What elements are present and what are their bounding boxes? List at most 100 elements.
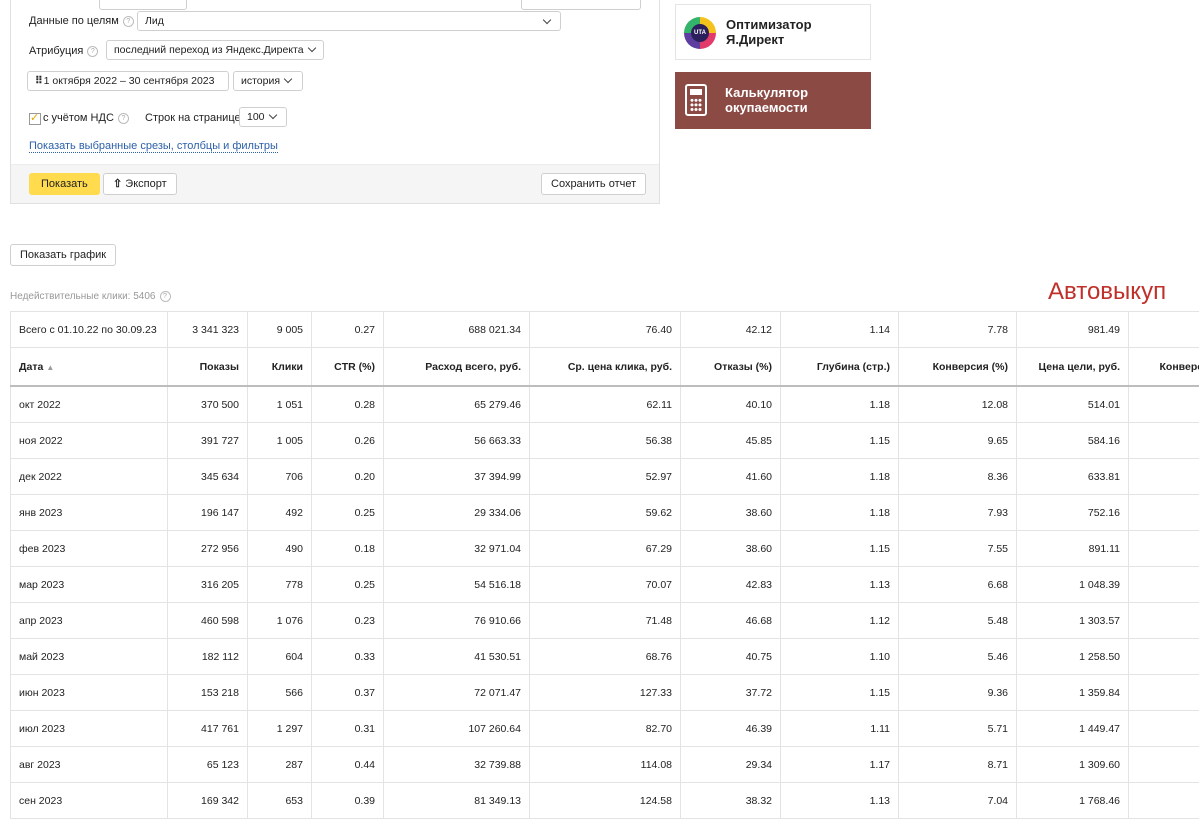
- cell-text: Дата: [19, 360, 44, 373]
- date-range-picker[interactable]: ⠿ 1 октября 2022 – 30 сентября 2023: [27, 71, 229, 91]
- cell-text: 40.10: [745, 398, 772, 411]
- table-cell: 38.60: [680, 494, 781, 531]
- cell-text: 891.11: [1088, 542, 1120, 555]
- cell-text: 8.36: [987, 470, 1008, 483]
- table-cell: 46.68: [680, 602, 781, 639]
- help-icon[interactable]: ?: [159, 291, 171, 302]
- table-cell: 37: [1128, 530, 1199, 567]
- column-header[interactable]: Отказы (%): [680, 347, 781, 387]
- table-cell: 5.48: [898, 602, 1017, 639]
- optimizer-card[interactable]: UTA Оптимизатор Я.Директ: [675, 4, 871, 60]
- table-cell: Всего с 01.10.22 по 30.09.23: [10, 311, 168, 348]
- cell-text: 29.34: [745, 758, 772, 771]
- table-cell: 81 349.13: [383, 782, 530, 819]
- cell-text: 29 334.06: [474, 506, 521, 519]
- cell-text: 41.60: [745, 470, 772, 483]
- column-header[interactable]: Показы: [167, 347, 248, 387]
- help-icon[interactable]: ?: [117, 113, 129, 124]
- cell-text: 65 123: [206, 758, 239, 771]
- table-cell: 1.15: [780, 674, 899, 711]
- cell-text: 981.49: [1087, 323, 1120, 336]
- cell-text: 287: [285, 758, 303, 771]
- top-field-right[interactable]: [521, 0, 641, 10]
- cell-text: 1.18: [869, 506, 890, 519]
- column-header[interactable]: Конверсия (%): [898, 347, 1017, 387]
- cell-text: 0.33: [354, 650, 375, 663]
- export-button[interactable]: ⇧ Экспорт: [103, 173, 177, 195]
- cell-text: 68.76: [645, 650, 672, 663]
- cell-text: 72 071.47: [474, 686, 521, 699]
- cell-text: 1 359.84: [1079, 686, 1120, 699]
- table-cell: 0.44: [311, 746, 384, 783]
- history-select[interactable]: история: [233, 71, 303, 91]
- table-cell: 1 048.39: [1016, 566, 1129, 603]
- show-chart-button[interactable]: Показать график: [10, 244, 117, 266]
- cell-text: 37.72: [745, 686, 772, 699]
- cell-text: 5.48: [987, 614, 1008, 627]
- table-cell: 0.23: [311, 602, 384, 639]
- table-cell: 1.18: [780, 494, 899, 531]
- cell-text: 272 956: [201, 542, 239, 555]
- cell-text: 0.25: [354, 578, 375, 591]
- help-icon[interactable]: ?: [87, 46, 99, 57]
- column-header[interactable]: Дата ▲: [10, 347, 168, 387]
- rows-per-page-select[interactable]: 100: [239, 107, 287, 127]
- export-button-label: Экспорт: [125, 178, 167, 190]
- cell-text: Показы: [199, 360, 239, 373]
- cell-text: 45.85: [745, 434, 772, 447]
- help-icon[interactable]: ?: [122, 16, 134, 27]
- table-row: май 2023 182 112 604 0.33 41 530.51 68.76 40.7…: [10, 638, 1199, 675]
- table-cell: 169 342: [167, 782, 248, 819]
- calculator-card[interactable]: Калькулятор окупаемости: [675, 72, 871, 129]
- table-cell: 41.60: [680, 458, 781, 495]
- table-cell: 287: [247, 746, 312, 783]
- table-cell: 29.34: [680, 746, 781, 783]
- column-header[interactable]: CTR (%): [311, 347, 384, 387]
- table-cell: 417 761: [167, 710, 248, 747]
- cell-text: окт 2022: [19, 398, 61, 411]
- cell-text: 391 727: [201, 434, 239, 447]
- column-header[interactable]: Ср. цена клика, руб.: [529, 347, 681, 387]
- cell-text: 54 516.18: [474, 578, 521, 591]
- cell-text: 38.60: [745, 542, 772, 555]
- rows-per-page-value: 100: [247, 111, 265, 123]
- cell-text: 1.15: [869, 542, 890, 555]
- column-header[interactable]: Клики: [247, 347, 312, 387]
- save-report-button[interactable]: Сохранить отчет: [541, 173, 647, 195]
- attribution-select[interactable]: последний переход из Яндекс.Директа: [106, 40, 324, 60]
- show-selected-slices-link[interactable]: Показать выбранные срезы, столбцы и филь…: [29, 140, 278, 153]
- table-cell: 345 634: [167, 458, 248, 495]
- cell-text: 1.18: [869, 398, 890, 411]
- table-cell: 41 530.51: [383, 638, 530, 675]
- cell-text: 706: [285, 470, 303, 483]
- vat-checkbox[interactable]: ✓ с учётом НДС?: [29, 112, 129, 125]
- cell-text: сен 2023: [19, 794, 63, 807]
- cell-text: 9.65: [987, 434, 1008, 447]
- goals-select[interactable]: Лид: [137, 11, 561, 31]
- cell-text: 1 768.46: [1079, 794, 1120, 807]
- cell-text: 1.12: [869, 614, 890, 627]
- cell-text: 8.71: [987, 758, 1008, 771]
- show-button[interactable]: Показать: [29, 173, 100, 195]
- table-cell: 1.17: [780, 746, 899, 783]
- cell-text: Ср. цена клика, руб.: [567, 360, 672, 373]
- cell-text: 1.15: [869, 686, 890, 699]
- column-header[interactable]: Расход всего, руб.: [383, 347, 530, 387]
- table-cell: 316 205: [167, 566, 248, 603]
- table-cell: 633.81: [1016, 458, 1129, 495]
- table-cell: 1.18: [780, 458, 899, 495]
- table-cell: 1 303.57: [1016, 602, 1129, 639]
- table-row: июн 2023 153 218 566 0.37 72 071.47 127.33 37.…: [10, 674, 1199, 711]
- cell-text: 9 005: [276, 323, 303, 336]
- cell-text: 1.17: [869, 758, 890, 771]
- table-cell: 37 394.99: [383, 458, 530, 495]
- table-cell: 9 005: [247, 311, 312, 348]
- column-header[interactable]: Конверсии: [1128, 347, 1199, 387]
- top-field-left[interactable]: [99, 0, 187, 10]
- calculator-icon: [685, 84, 707, 116]
- column-header[interactable]: Глубина (стр.): [780, 347, 899, 387]
- table-cell: 6.68: [898, 566, 1017, 603]
- column-header[interactable]: Цена цели, руб.: [1016, 347, 1129, 387]
- table-cell: 29 334.06: [383, 494, 530, 531]
- table-cell: 0.27: [311, 311, 384, 348]
